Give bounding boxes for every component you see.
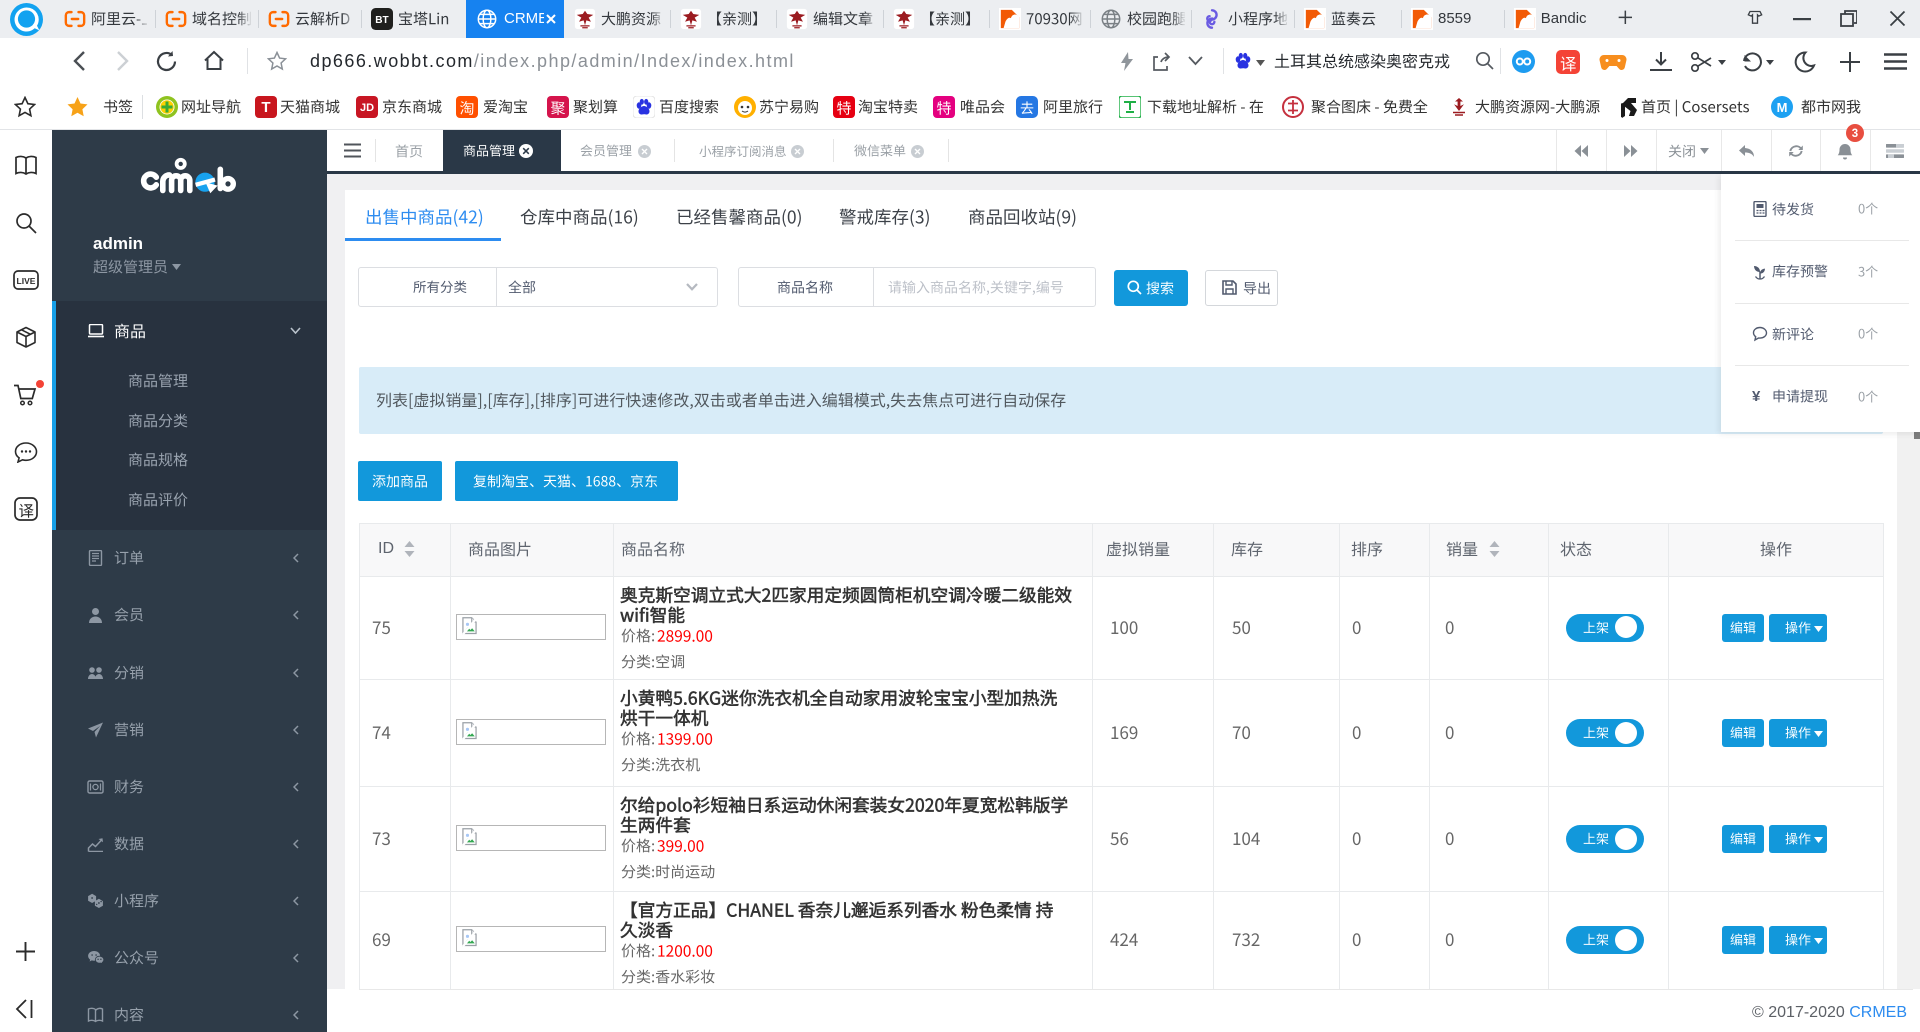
svg-text:JD: JD bbox=[360, 102, 374, 114]
svg-text:3: 3 bbox=[1852, 128, 1858, 140]
svg-text:M: M bbox=[1777, 100, 1788, 115]
svg-text:BT: BT bbox=[375, 15, 389, 26]
svg-text:LIVE: LIVE bbox=[17, 276, 36, 286]
svg-text:T: T bbox=[261, 99, 270, 116]
